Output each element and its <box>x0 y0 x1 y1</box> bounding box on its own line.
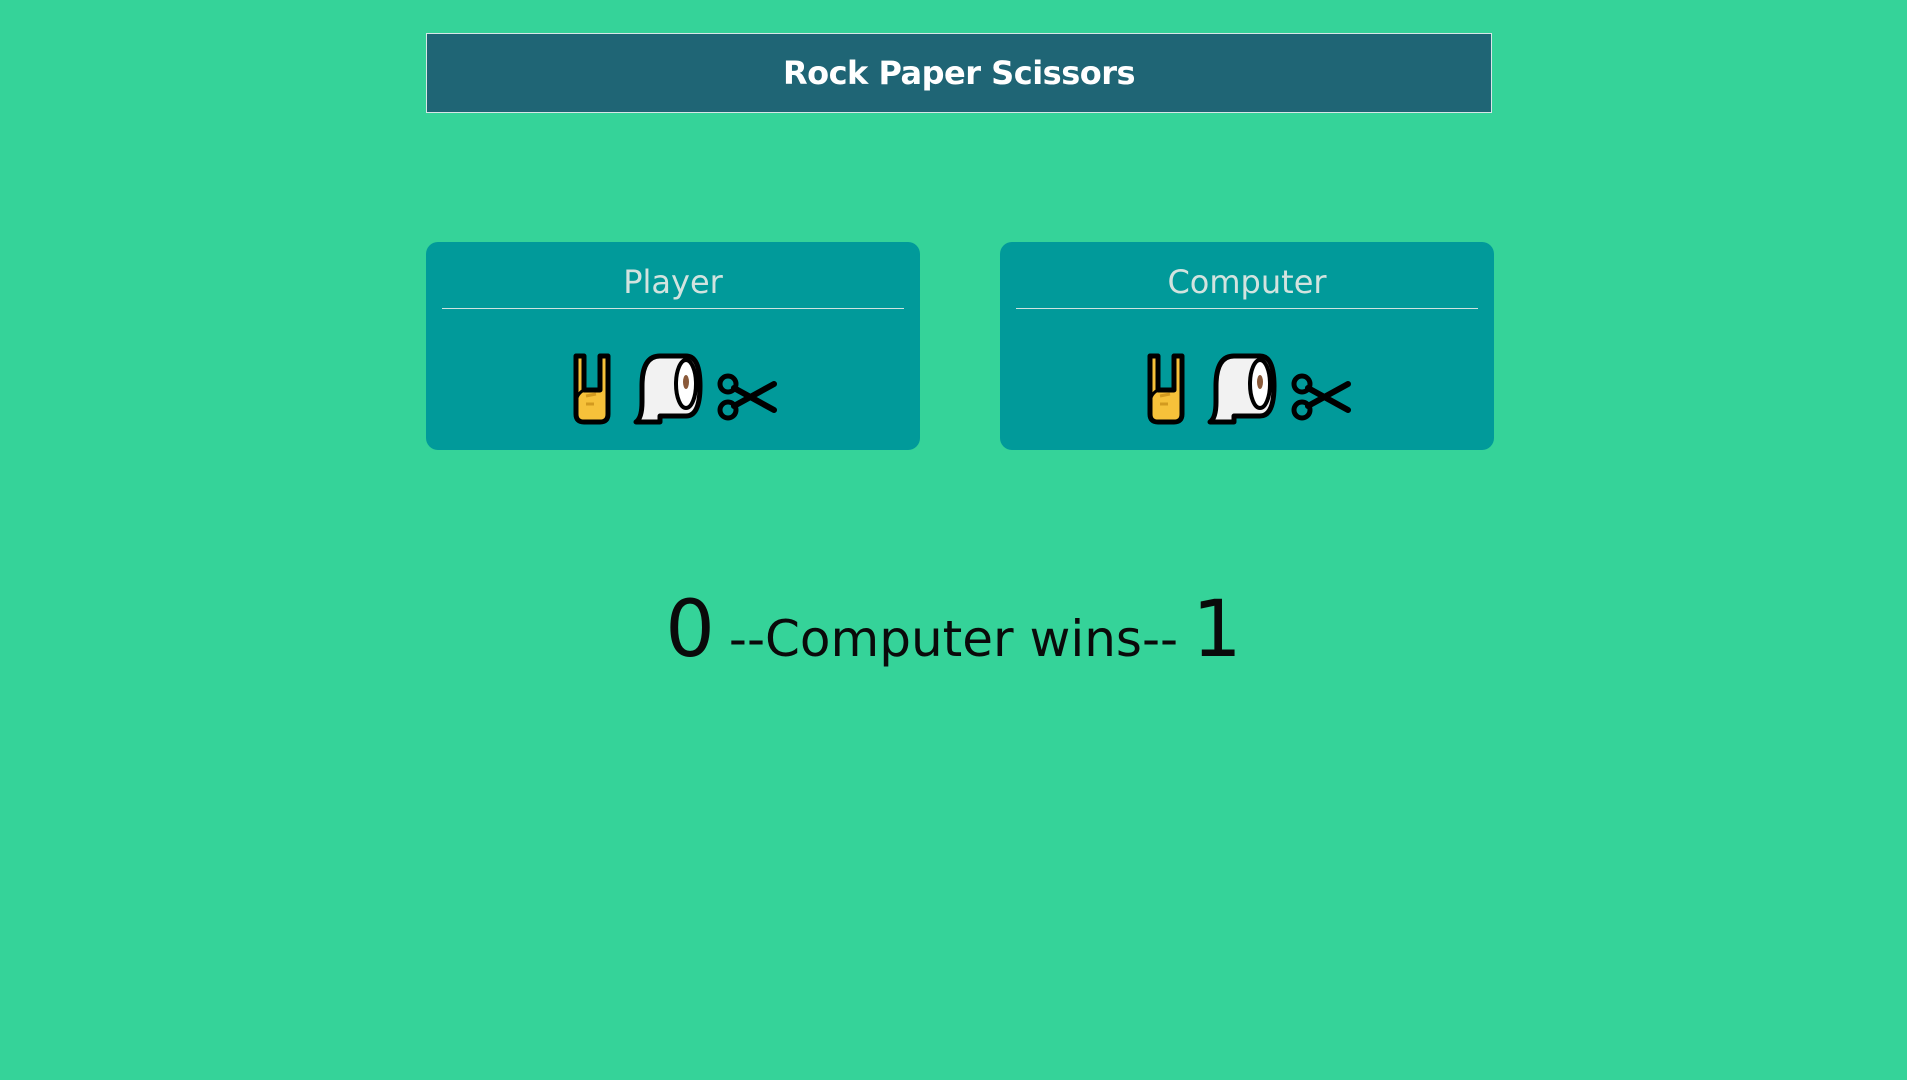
scissors-icon[interactable] <box>716 364 778 426</box>
result-message: --Computer wins-- <box>728 610 1179 668</box>
computer-panel: Computer <box>1000 242 1494 450</box>
player-label: Player <box>442 260 904 309</box>
scissors-icon <box>1291 373 1351 421</box>
title-banner: Rock Paper Scissors <box>426 33 1492 113</box>
computer-choices <box>1000 350 1494 426</box>
page-title: Rock Paper Scissors <box>782 54 1136 92</box>
rock-hand-icon[interactable] <box>568 352 618 426</box>
paper-roll-icon[interactable] <box>630 352 704 426</box>
player-panel: Player <box>426 242 920 450</box>
paper-roll-icon <box>1207 353 1277 425</box>
player-choices <box>426 350 920 426</box>
player-score: 0 <box>665 585 715 675</box>
scoreboard: 0 --Computer wins-- 1 <box>0 585 1907 685</box>
computer-label: Computer <box>1016 260 1478 309</box>
rock-hand-icon <box>1147 353 1185 425</box>
computer-score: 1 <box>1192 585 1242 675</box>
